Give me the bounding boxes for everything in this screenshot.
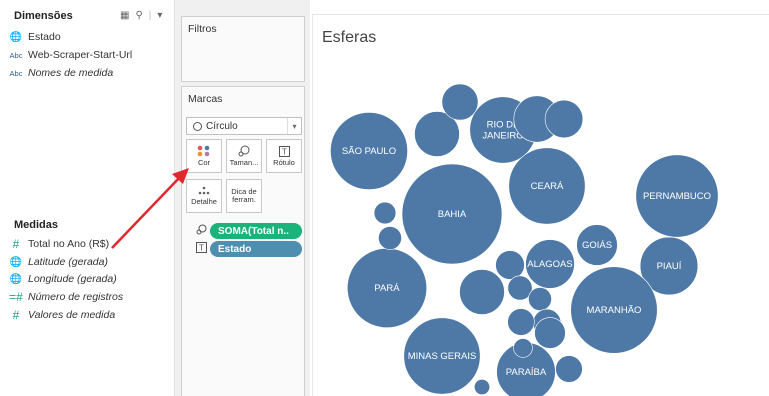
arrow-line (111, 175, 182, 249)
annotation-arrow (111, 168, 189, 249)
